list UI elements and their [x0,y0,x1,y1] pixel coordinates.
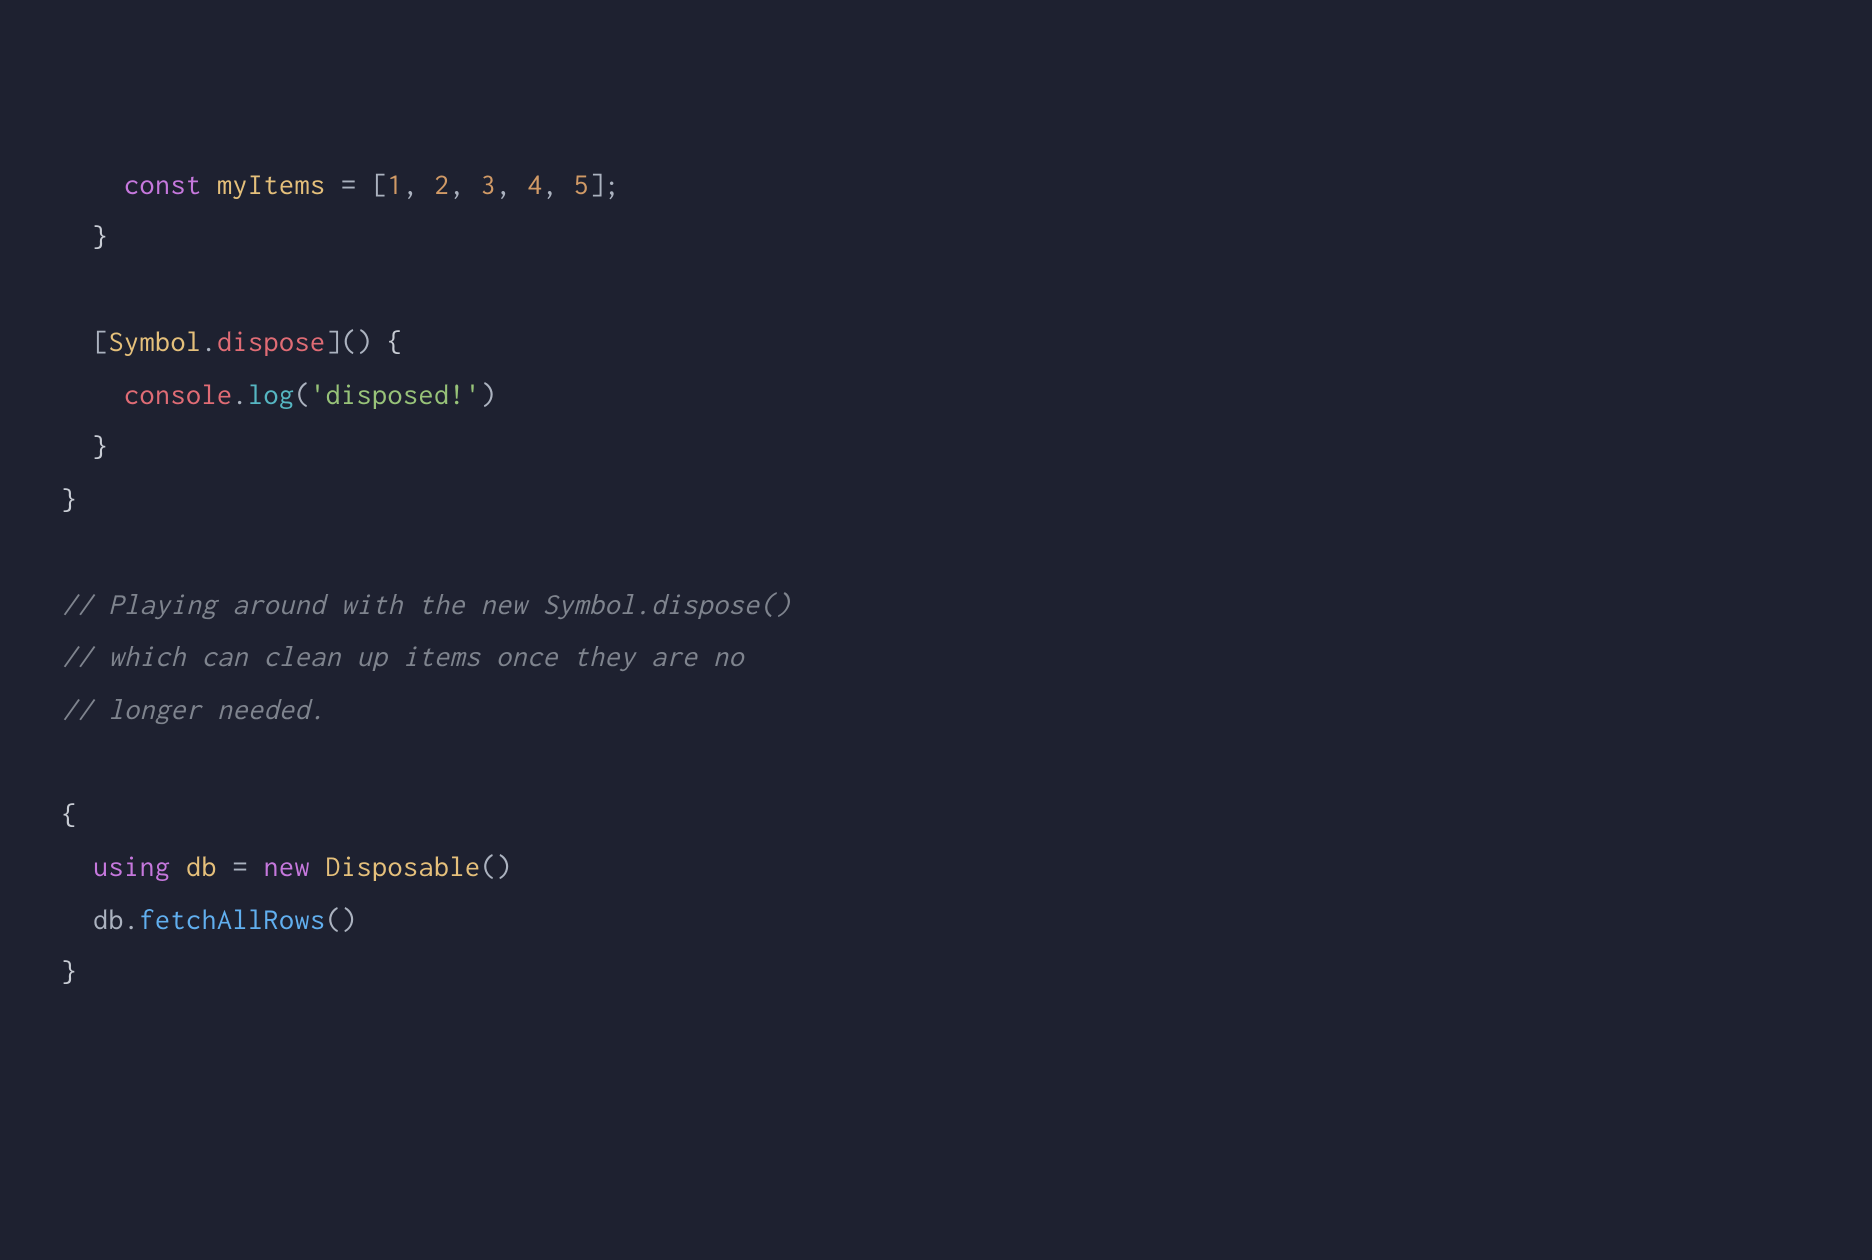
indent [62,430,93,462]
string-literal: 'disposed!' [310,378,481,410]
brace-close: } [62,955,78,987]
comment-line: // Playing around with the new Symbol.di… [62,588,791,620]
brace-close: } [62,483,78,515]
brace-close: } [93,220,109,252]
comment-line: // which can clean up items once they ar… [62,640,744,672]
dot: . [233,378,249,410]
bracket-close: ] [589,168,605,200]
keyword-new: new [264,850,311,882]
code-line: } [62,420,1872,473]
indent [62,325,93,357]
bracket-close: ] [326,325,342,357]
indent [62,168,124,200]
parens: () [481,850,512,882]
method-log: log [248,378,295,410]
variable-db: db [186,850,217,882]
variable-db: db [93,903,124,935]
comma: , [450,168,481,200]
property-dispose: dispose [217,325,326,357]
indent [62,903,93,935]
dot: . [202,325,218,357]
object-console: console [124,378,233,410]
indent [62,220,93,252]
bracket-open: [ [372,168,388,200]
code-line: using db = new Disposable() [62,840,1872,893]
bracket-open: [ [93,325,109,357]
brace-close: } [93,430,109,462]
space [202,168,218,200]
code-editor[interactable]: const myItems = [1, 2, 3, 4, 5]; } [Symb… [62,158,1872,998]
class-symbol: Symbol [109,325,202,357]
comment-line: // longer needed. [62,693,326,725]
keyword-using: using [93,850,171,882]
code-line: } [62,945,1872,998]
paren-open: ( [295,378,311,410]
comma: , [403,168,434,200]
equals: = [217,850,264,882]
comma: , [543,168,574,200]
number-literal: 5 [574,168,590,200]
keyword-const: const [124,168,202,200]
code-line: { [62,788,1872,841]
code-line-empty [62,735,1872,788]
code-line-empty [62,263,1872,316]
semicolon: ; [605,168,621,200]
code-line: } [62,210,1872,263]
class-disposable: Disposable [326,850,481,882]
code-line: const myItems = [1, 2, 3, 4, 5]; [62,158,1872,211]
indent [62,378,124,410]
space [171,850,187,882]
indent [62,850,93,882]
number-literal: 3 [481,168,497,200]
paren-close: ) [481,378,497,410]
number-literal: 1 [388,168,404,200]
code-line: } [62,473,1872,526]
code-line: db.fetchAllRows() [62,893,1872,946]
code-line: [Symbol.dispose]() { [62,315,1872,368]
brace-open: { [62,798,78,830]
code-line: // longer needed. [62,683,1872,736]
code-line: // which can clean up items once they ar… [62,630,1872,683]
space [372,325,388,357]
number-literal: 4 [527,168,543,200]
brace-open: { [388,325,404,357]
variable-myItems: myItems [217,168,326,200]
parens: () [341,325,372,357]
code-line: console.log('disposed!') [62,368,1872,421]
comma: , [496,168,527,200]
equals: = [326,168,373,200]
dot: . [124,903,140,935]
number-literal: 2 [434,168,450,200]
method-fetchAllRows: fetchAllRows [140,903,326,935]
code-line-empty [62,525,1872,578]
parens: () [326,903,357,935]
code-line: // Playing around with the new Symbol.di… [62,578,1872,631]
space [310,850,326,882]
